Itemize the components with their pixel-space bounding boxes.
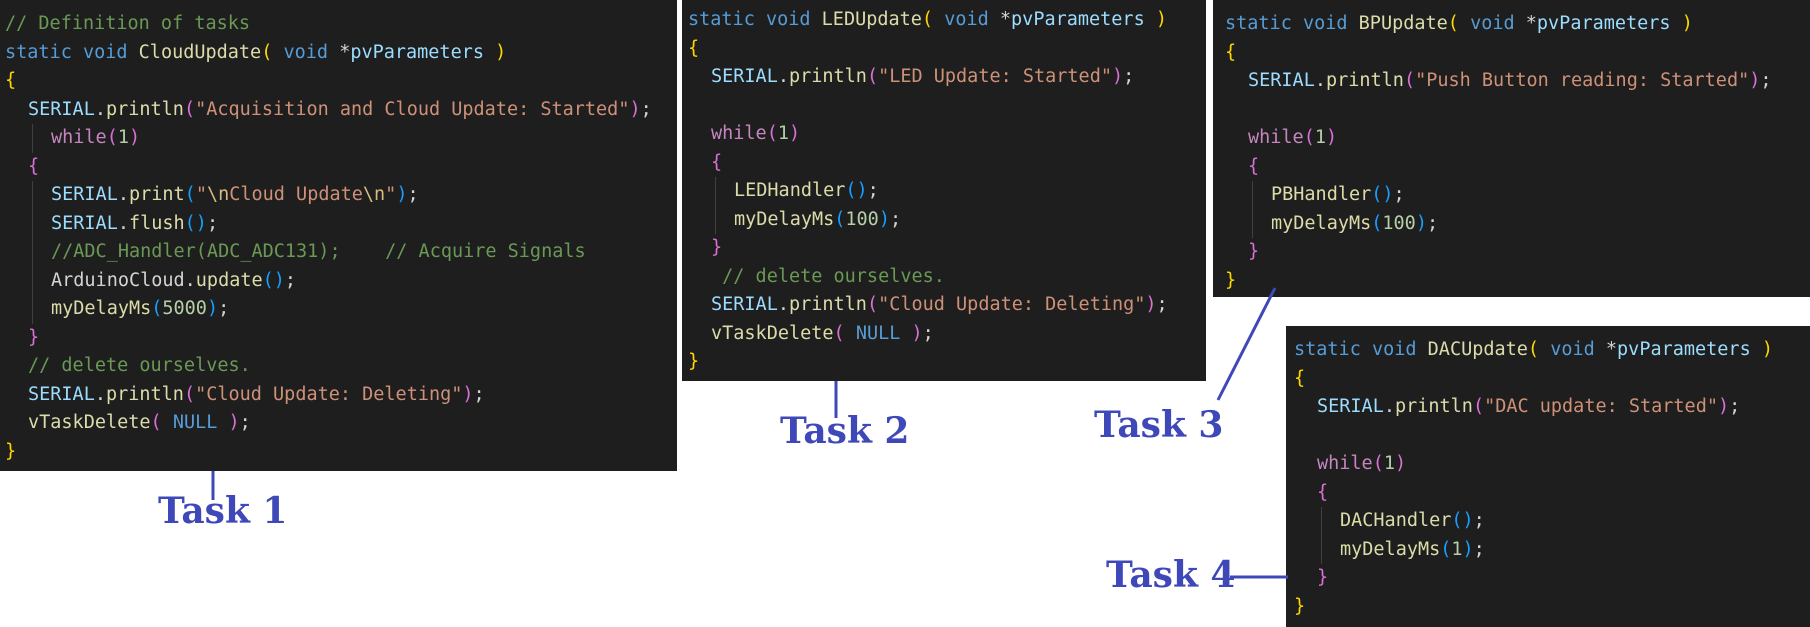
label-task3: Task 3 [1094, 404, 1224, 446]
connector-task3 [1216, 287, 1277, 401]
label-task4: Task 4 [1106, 554, 1236, 596]
connector-lines [211, 287, 1288, 579]
label-task1: Task 1 [158, 490, 288, 532]
label-task2: Task 2 [780, 410, 910, 452]
